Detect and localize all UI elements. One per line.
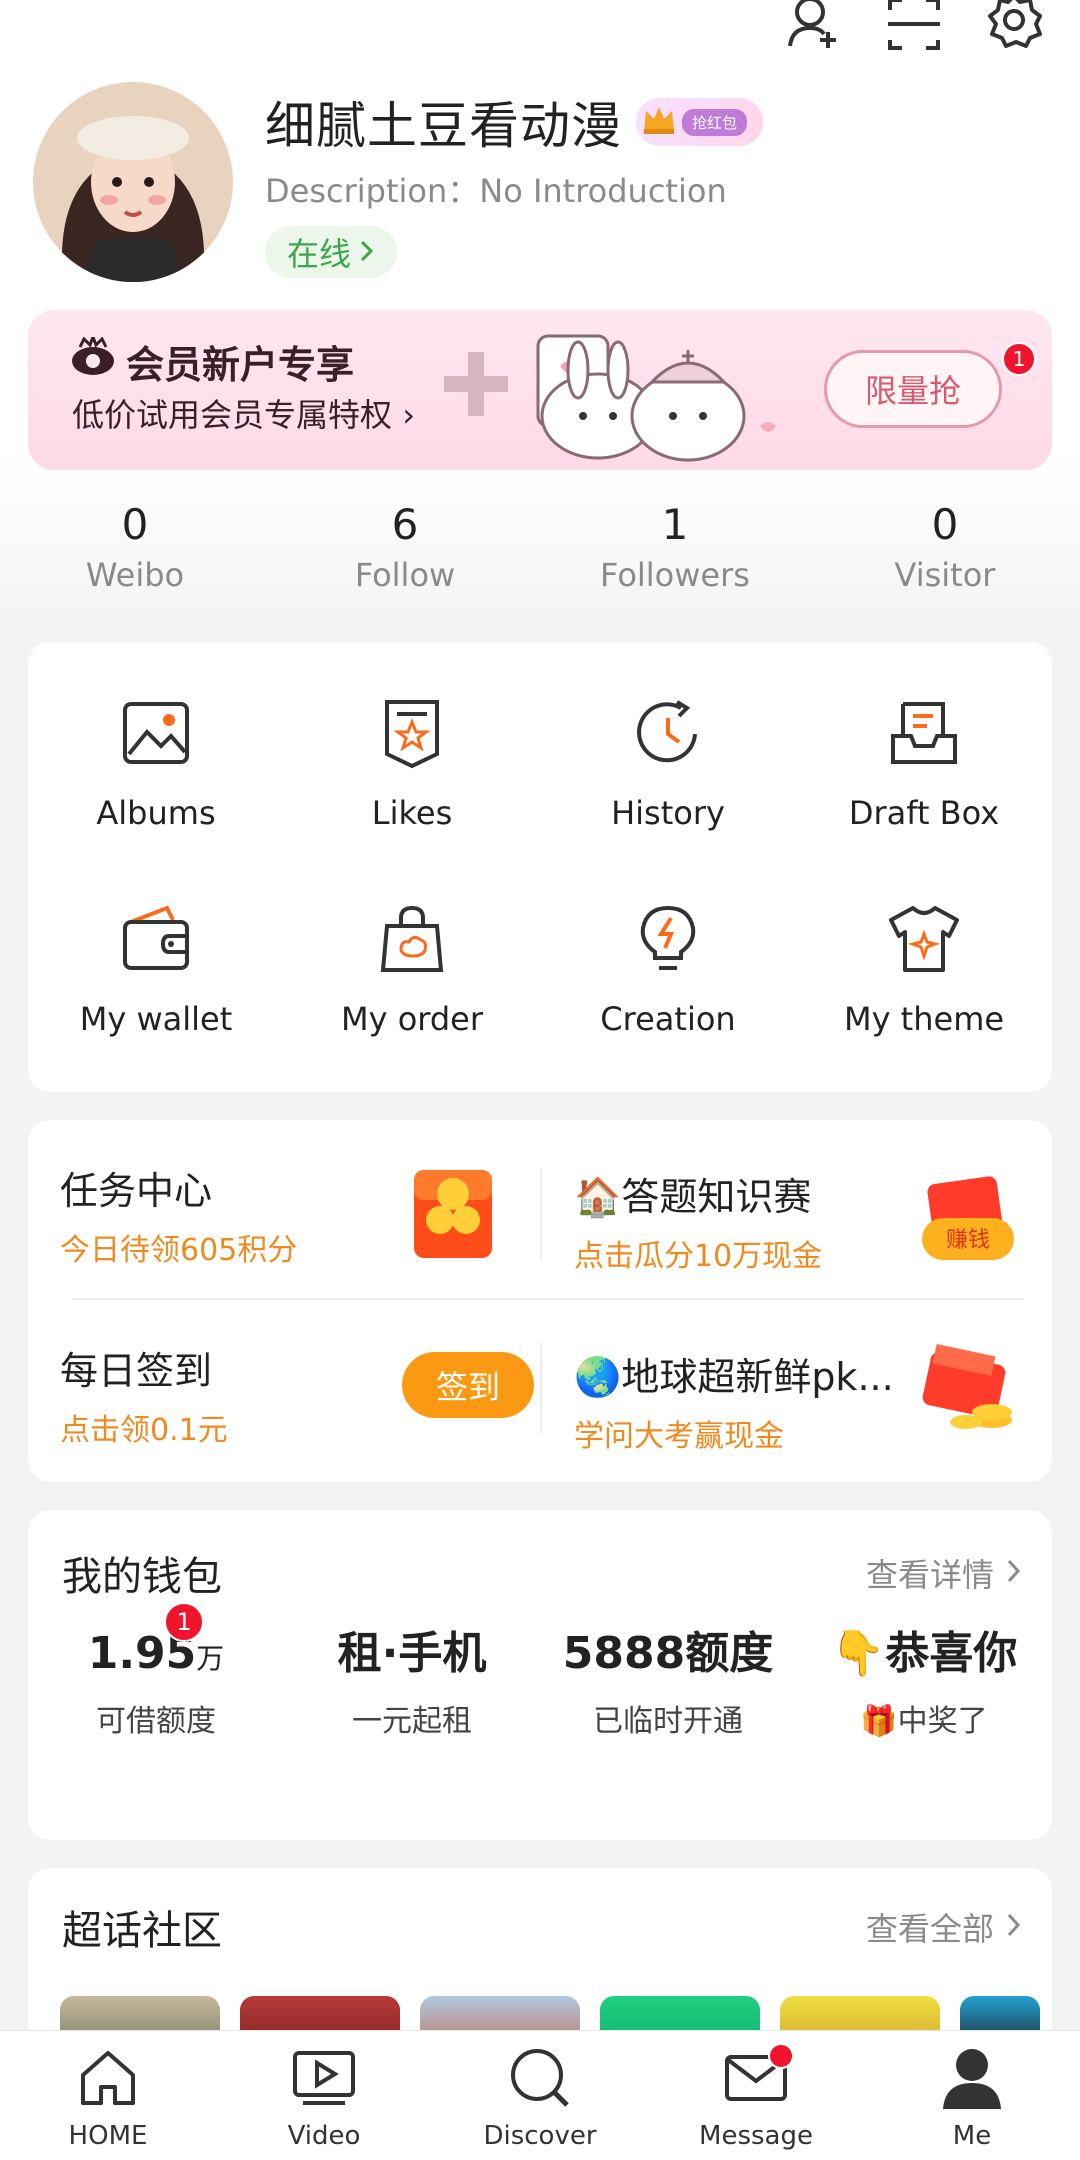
stat-follow[interactable]: 6 Follow xyxy=(270,500,540,594)
promo-subtitle: 低价试用会员专属特权 › xyxy=(72,396,415,434)
albums-tile[interactable]: Albums xyxy=(28,660,284,866)
history-tile[interactable]: History xyxy=(540,660,796,866)
username: 细腻土豆看动漫 xyxy=(265,97,622,155)
me-person-icon xyxy=(939,2045,1005,2115)
super-topic-title: 超话社区 xyxy=(62,1908,222,1954)
albums-icon xyxy=(117,694,195,776)
limited-grab-button[interactable]: 限量抢 xyxy=(824,350,1002,428)
wallet-item-prize[interactable]: 👇恭喜你 🎁中奖了 xyxy=(796,1622,1052,1740)
top-toolbar xyxy=(784,0,1044,52)
task-center-item[interactable]: 任务中心 今日待领605积分 xyxy=(60,1160,297,1269)
lightbulb-icon xyxy=(629,900,707,982)
svg-text:赚钱: 赚钱 xyxy=(946,1228,990,1253)
wallet-details-link[interactable]: 查看详情 xyxy=(866,1550,1022,1596)
stats-row: 0 Weibo 6 Follow 1 Followers 0 Visitor xyxy=(0,500,1080,594)
notification-badge: 1 xyxy=(1002,342,1036,376)
promo-bunny-illustration xyxy=(438,316,798,466)
earth-pk-item[interactable]: 🌏地球超新鲜pk... 学问大考赢现金 xyxy=(574,1346,894,1455)
my-theme-tile[interactable]: My theme xyxy=(796,866,1052,1072)
online-status-label: 在线 xyxy=(287,235,352,273)
home-icon xyxy=(75,2045,141,2115)
wallet-item-credit[interactable]: 1 1.95万 可借额度 xyxy=(28,1602,284,1740)
draft-box-tile[interactable]: Draft Box xyxy=(796,660,1052,866)
wallet-icon xyxy=(117,900,195,982)
online-status-button[interactable]: 在线 xyxy=(265,226,398,278)
shirt-icon xyxy=(885,900,963,982)
wallet-item-rent-phone[interactable]: 租·手机 一元起租 xyxy=(284,1622,540,1740)
coin-box-icon xyxy=(412,1164,494,1264)
chevron-right-icon xyxy=(1006,1908,1022,1946)
history-icon xyxy=(629,694,707,776)
divider xyxy=(72,1298,1024,1300)
avatar[interactable] xyxy=(33,82,233,282)
badge-label: 抢红包 xyxy=(682,108,748,136)
video-icon xyxy=(291,2045,357,2115)
promo-title-row: 会员新户专享 xyxy=(70,332,355,389)
unread-dot xyxy=(768,2043,794,2069)
likes-icon xyxy=(373,694,451,776)
chevron-right-icon xyxy=(1006,1554,1022,1592)
daily-checkin-item[interactable]: 每日签到 点击领0.1元 xyxy=(60,1340,228,1449)
bottom-tab-bar: HOME Video Discover Message Me xyxy=(0,2030,1080,2160)
my-wallet-card: 我的钱包 查看详情 1 1.95万 可借额度 租·手机 一元起租 5888额度 … xyxy=(28,1510,1052,1840)
settings-gear-icon[interactable] xyxy=(984,0,1044,52)
vip-eye-icon xyxy=(70,332,116,386)
stat-followers[interactable]: 1 Followers xyxy=(540,500,810,594)
tasks-card: 任务中心 今日待领605积分 🏠答题知识赛 点击瓜分10万现金 赚钱 每日签到 … xyxy=(28,1120,1052,1482)
discover-search-icon xyxy=(507,2045,573,2115)
checkin-button[interactable]: 签到 xyxy=(402,1352,534,1418)
profile-description: Description：No Introduction xyxy=(265,172,727,210)
tab-discover[interactable]: Discover xyxy=(432,2031,648,2160)
tab-me[interactable]: Me xyxy=(864,2031,1080,2160)
order-bag-icon xyxy=(373,900,451,982)
notification-badge: 1 xyxy=(164,1602,204,1642)
divider xyxy=(540,1168,542,1260)
red-packet-earn-icon: 赚钱 xyxy=(918,1174,1018,1268)
my-wallet-tile[interactable]: My wallet xyxy=(28,866,284,1072)
add-friend-icon[interactable] xyxy=(784,0,844,52)
likes-tile[interactable]: Likes xyxy=(284,660,540,866)
divider xyxy=(540,1342,542,1434)
crown-icon xyxy=(642,105,676,139)
stat-weibo[interactable]: 0 Weibo xyxy=(0,500,270,594)
quiz-contest-item[interactable]: 🏠答题知识赛 点击瓜分10万现金 xyxy=(574,1166,822,1275)
username-row: 细腻土豆看动漫 抢红包 xyxy=(265,86,764,158)
my-order-tile[interactable]: My order xyxy=(284,866,540,1072)
scan-icon[interactable] xyxy=(884,0,944,52)
stat-visitor[interactable]: 0 Visitor xyxy=(810,500,1080,594)
vip-red-packet-badge[interactable]: 抢红包 xyxy=(636,98,764,146)
draft-box-icon xyxy=(885,694,963,776)
red-envelope-coins-icon xyxy=(918,1342,1018,1442)
wallet-item-quota[interactable]: 5888额度 已临时开通 xyxy=(540,1622,796,1740)
function-grid-card: Albums Likes History Draft Box My wallet… xyxy=(28,642,1052,1092)
wallet-items-row: 1 1.95万 可借额度 租·手机 一元起租 5888额度 已临时开通 👇恭喜你… xyxy=(28,1602,1052,1740)
promo-title: 会员新户专享 xyxy=(126,343,355,387)
tab-video[interactable]: Video xyxy=(216,2031,432,2160)
vip-promo-banner[interactable]: 会员新户专享 低价试用会员专属特权 › 限量抢 1 xyxy=(28,310,1052,470)
creation-tile[interactable]: Creation xyxy=(540,866,796,1072)
super-topic-view-all-link[interactable]: 查看全部 xyxy=(866,1904,1022,1950)
tab-message[interactable]: Message xyxy=(648,2031,864,2160)
chevron-right-icon xyxy=(359,233,375,271)
wallet-title: 我的钱包 xyxy=(62,1554,222,1600)
tab-home[interactable]: HOME xyxy=(0,2031,216,2160)
